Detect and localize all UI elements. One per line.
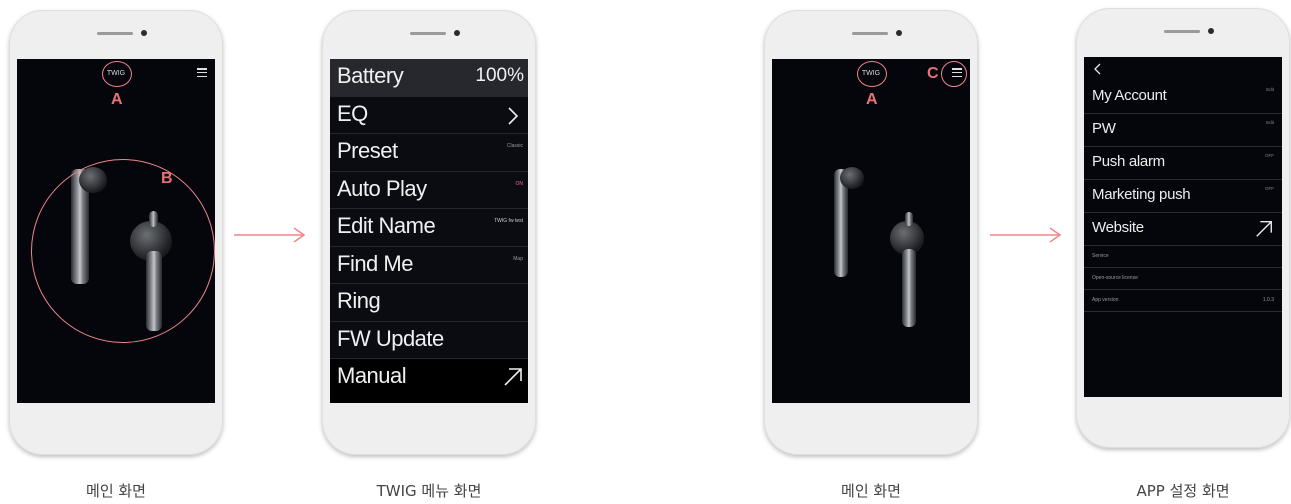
phone-app-settings: My Account Edit PW Edit Push alarm OFF M… [1076,8,1290,448]
annotation-circle-b [31,159,215,343]
phone-twig-menu: Battery 100% EQ Preset Classic Auto Play… [322,10,536,455]
caption-main-screen-1: 메인 화면 [86,482,146,500]
settings-item-label: App version [1092,297,1119,303]
speaker-grille [1164,30,1200,33]
caption-main-screen-2: 메인 화면 [841,482,901,500]
settings-item-label: My Account [1092,87,1167,104]
settings-item-label: Website [1092,219,1144,236]
main-screen: TWIG A B [17,59,215,403]
annotation-label-c: C [927,65,939,82]
menu-item-label: Preset [337,138,398,163]
settings-item-label: Service [1092,253,1109,259]
settings-item-app-version: App version 1.0.3 [1084,290,1282,312]
menu-item-label: Battery [337,63,404,88]
settings-item-marketing-push[interactable]: Marketing push OFF [1084,180,1282,213]
menu-item-manual[interactable]: Manual [330,359,528,403]
menu-item-value: ON [515,180,524,187]
menu-item-label: EQ [337,100,368,126]
flow-arrow-1 [234,227,306,243]
toggle-state[interactable]: OFF [1265,186,1274,191]
menu-item-label: Edit Name [337,213,436,238]
menu-item-ring[interactable]: Ring [330,284,528,322]
settings-item-label: PW [1092,120,1116,137]
toggle-state[interactable]: OFF [1265,153,1274,158]
main-screen: TWIG A C [772,59,970,403]
edit-link[interactable]: Edit [1266,120,1274,125]
twig-menu-screen: Battery 100% EQ Preset Classic Auto Play… [330,59,528,403]
settings-item-open-source-license[interactable]: Open-source license [1084,268,1282,290]
menu-item-value: Map [513,255,523,262]
menu-item-value: TWIG fw test [494,218,523,224]
settings-item-label: Marketing push [1092,186,1191,203]
settings-item-my-account[interactable]: My Account Edit [1084,81,1282,114]
menu-item-find-me[interactable]: Find Me Map [330,247,528,284]
earbud-left[interactable] [824,159,874,289]
settings-item-website[interactable]: Website [1084,213,1282,246]
app-version-value: 1.0.3 [1262,297,1274,303]
menu-item-battery: Battery 100% [330,59,528,97]
annotation-circle-a [102,61,132,87]
menu-item-label: FW Update [337,325,444,351]
menu-item-edit-name[interactable]: Edit Name TWIG fw test [330,209,528,247]
menu-item-auto-play[interactable]: Auto Play ON [330,172,528,209]
menu-item-fw-update[interactable]: FW Update [330,322,528,359]
speaker-grille [97,32,133,35]
phone-main-screen-1: TWIG A B [9,10,223,455]
chevron-right-icon [508,106,519,125]
speaker-grille [852,32,888,35]
flow-arrow-2 [990,227,1062,243]
annotation-label-b: B [161,170,173,187]
settings-item-push-alarm[interactable]: Push alarm OFF [1084,147,1282,180]
menu-item-preset[interactable]: Preset Classic [330,134,528,172]
app-settings-screen: My Account Edit PW Edit Push alarm OFF M… [1084,57,1282,397]
edit-link[interactable]: Edit [1266,87,1274,92]
earbud-right[interactable] [884,209,934,339]
arrow-up-right-icon [1256,221,1272,237]
menu-item-label: Manual [337,363,407,388]
menu-item-label: Auto Play [337,175,427,201]
annotation-label-a: A [111,91,123,108]
menu-item-label: Find Me [337,250,413,276]
caption-app-settings: APP 설정 화면 [1136,482,1230,500]
speaker-grille [410,32,446,35]
front-camera [454,30,460,36]
caption-twig-menu: TWIG 메뉴 화면 [376,482,482,500]
annotation-label-a: A [866,91,878,108]
chevron-left-icon[interactable] [1093,63,1101,75]
menu-item-value: Classic [506,143,523,149]
front-camera [1208,28,1214,34]
settings-item-pw[interactable]: PW Edit [1084,114,1282,147]
front-camera [141,30,147,36]
annotation-circle-a [857,61,887,87]
annotation-circle-c [941,61,967,87]
settings-item-label: Push alarm [1092,153,1165,170]
front-camera [896,30,902,36]
menu-item-eq[interactable]: EQ [330,97,528,134]
settings-item-label: Open-source license [1092,275,1138,281]
battery-level: 100% [475,65,524,86]
arrow-up-right-icon [504,368,522,386]
menu-item-label: Ring [337,288,381,313]
settings-item-service[interactable]: Service [1084,246,1282,268]
hamburger-icon[interactable] [197,68,207,77]
phone-main-screen-2: TWIG A C [764,10,978,455]
